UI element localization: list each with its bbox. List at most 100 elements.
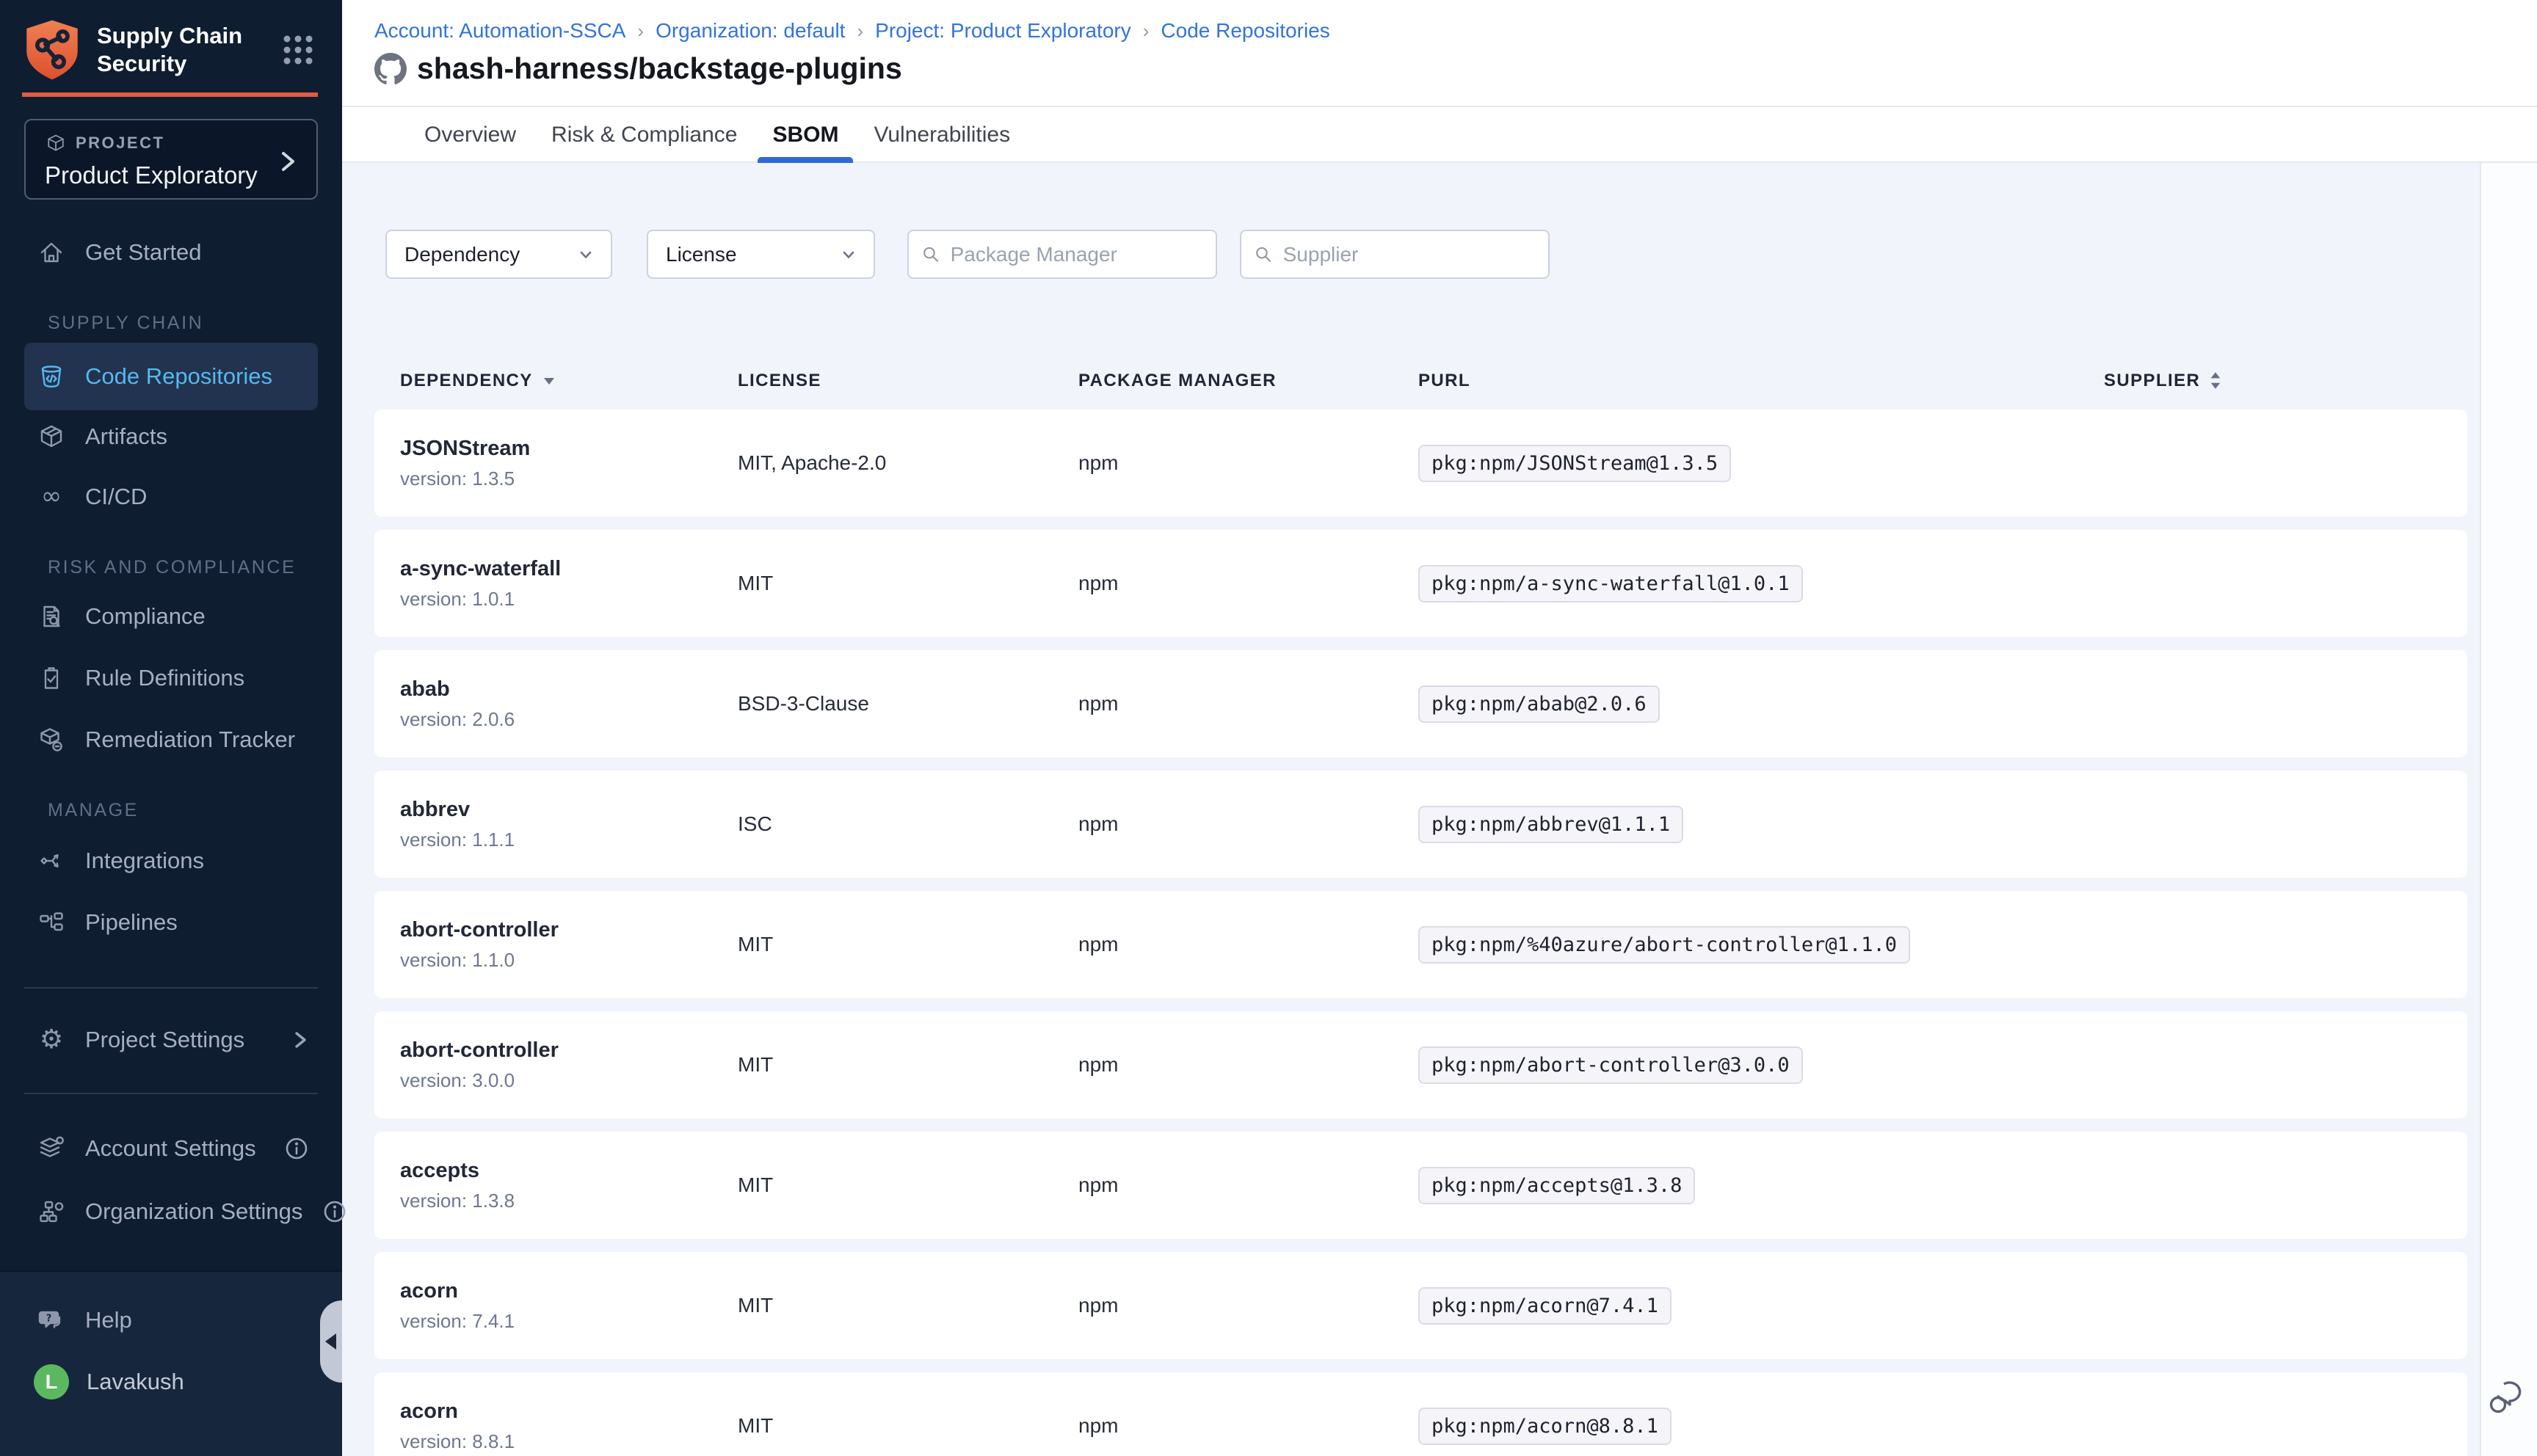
license-cell: MIT (738, 1414, 1078, 1438)
sidebar-item-rule-definitions[interactable]: Rule Definitions (0, 655, 342, 702)
cube-icon (45, 132, 67, 154)
integrations-icon (37, 846, 66, 876)
sidebar-item-code-repositories[interactable]: Code Repositories (24, 343, 318, 410)
chat-fab-icon[interactable] (2487, 1378, 2528, 1418)
purl-value: pkg:npm/abab@2.0.6 (1418, 685, 1660, 723)
gear-icon: ⚙ (37, 1025, 66, 1055)
package-manager-search-input[interactable] (951, 243, 1204, 266)
dependency-name: abort-controller (400, 918, 738, 942)
sidebar-item-pipelines[interactable]: Pipelines (0, 899, 342, 946)
breadcrumb-project-link[interactable]: Project: Product Exploratory (875, 19, 1131, 43)
info-icon[interactable] (283, 1135, 310, 1162)
license-cell: MIT (738, 572, 1078, 595)
column-header-dependency[interactable]: DEPENDENCY (400, 371, 738, 391)
info-icon[interactable] (322, 1198, 348, 1225)
package-manager-cell: npm (1078, 451, 1418, 475)
shield-logo-icon (22, 19, 82, 81)
section-label-risk-and-compliance: RISK AND COMPLIANCE (0, 557, 342, 578)
table-row[interactable]: JSONStream version: 1.3.5 MIT, Apache-2.… (374, 410, 2467, 517)
github-icon (374, 53, 407, 85)
package-manager-cell: npm (1078, 933, 1418, 956)
user-name: Lavakush (87, 1369, 184, 1395)
table-row[interactable]: acorn version: 7.4.1 MIT npm pkg:npm/aco… (374, 1252, 2467, 1359)
column-header-license: LICENSE (738, 371, 1078, 391)
org-chart-gear-icon (37, 1197, 66, 1226)
supplier-search (1240, 230, 1550, 279)
svg-text:⚙: ⚙ (40, 1025, 63, 1055)
pipelines-icon (37, 908, 66, 937)
purl-value: pkg:npm/accepts@1.3.8 (1418, 1167, 1695, 1204)
purl-value: pkg:npm/%40azure/abort-controller@1.1.0 (1418, 926, 1910, 964)
sidebar-item-integrations[interactable]: Integrations (0, 837, 342, 884)
sidebar-item-help[interactable]: ? Help (0, 1297, 342, 1344)
table-row[interactable]: a-sync-waterfall version: 1.0.1 MIT npm … (374, 530, 2467, 637)
package-manager-cell: npm (1078, 1053, 1418, 1077)
purl-value: pkg:npm/abort-controller@3.0.0 (1418, 1046, 1803, 1084)
breadcrumb: Account: Automation-SSCA › Organization:… (374, 19, 2537, 43)
license-cell: ISC (738, 812, 1078, 836)
dependency-version: version: 1.3.8 (400, 1190, 738, 1212)
license-cell: MIT, Apache-2.0 (738, 451, 1078, 475)
sidebar-item-account-settings[interactable]: Account Settings (0, 1125, 342, 1172)
sidebar-bottom-section: ? Help L Lavakush (0, 1270, 342, 1456)
table-row[interactable]: abort-controller version: 3.0.0 MIT npm … (374, 1011, 2467, 1118)
sidebar-item-cicd[interactable]: ∞ CI/CD (0, 473, 342, 520)
user-menu[interactable]: L Lavakush (0, 1364, 342, 1399)
clipboard-check-icon (37, 663, 66, 693)
license-cell: MIT (738, 1173, 1078, 1197)
dependency-filter-select[interactable]: Dependency (385, 230, 612, 279)
package-manager-cell: npm (1078, 572, 1418, 595)
tab-risk-compliance[interactable]: Risk & Compliance (537, 109, 752, 161)
dependency-name: abbrev (400, 798, 738, 822)
box-icon (37, 422, 66, 451)
search-icon (921, 243, 942, 266)
sidebar-collapse-handle[interactable] (320, 1300, 342, 1383)
dependency-version: version: 3.0.0 (400, 1069, 738, 1092)
table-row[interactable]: abort-controller version: 1.1.0 MIT npm … (374, 891, 2467, 998)
project-selector[interactable]: PROJECT Product Exploratory (24, 119, 318, 200)
tab-overview[interactable]: Overview (410, 109, 531, 161)
sidebar-item-artifacts[interactable]: Artifacts (0, 413, 342, 460)
section-label-supply-chain: SUPPLY CHAIN (0, 313, 342, 334)
sort-both-icon (2209, 371, 2222, 391)
sidebar-item-remediation-tracker[interactable]: Remediation Tracker (0, 716, 342, 763)
column-header-supplier[interactable]: SUPPLIER (2104, 371, 2467, 391)
table-header: DEPENDENCY LICENSE PACKAGE MANAGER PURL … (374, 371, 2467, 391)
sidebar-item-compliance[interactable]: Compliance (0, 593, 342, 640)
svg-text:∞: ∞ (41, 482, 62, 511)
infinity-icon: ∞ (37, 482, 66, 512)
breadcrumb-organization-link[interactable]: Organization: default (656, 19, 845, 43)
breadcrumb-account-link[interactable]: Account: Automation-SSCA (374, 19, 625, 43)
sidebar-item-get-started[interactable]: Get Started (0, 229, 342, 276)
sidebar-divider (24, 1093, 318, 1094)
app-switcher-grid-icon[interactable] (280, 32, 316, 68)
table-row[interactable]: abbrev version: 1.1.1 ISC npm pkg:npm/ab… (374, 771, 2467, 878)
sidebar-item-organization-settings[interactable]: Organization Settings (0, 1188, 342, 1235)
sidebar-divider (24, 987, 318, 989)
search-icon (1253, 243, 1274, 266)
page-header: Account: Automation-SSCA › Organization:… (342, 0, 2537, 107)
sidebar-item-project-settings[interactable]: ⚙ Project Settings (0, 1016, 342, 1063)
brand-accent-bar (22, 92, 318, 97)
license-filter-select[interactable]: License (647, 230, 875, 279)
dependency-name: JSONStream (400, 437, 738, 461)
brand: Supply ChainSecurity (0, 0, 342, 81)
brand-title: Supply ChainSecurity (97, 22, 258, 78)
table-row[interactable]: abab version: 2.0.6 BSD-3-Clause npm pkg… (374, 650, 2467, 757)
dependency-version: version: 2.0.6 (400, 708, 738, 731)
dependency-version: version: 1.3.5 (400, 467, 738, 490)
license-cell: MIT (738, 1294, 1078, 1317)
purl-value: pkg:npm/a-sync-waterfall@1.0.1 (1418, 565, 1803, 603)
dependency-version: version: 1.0.1 (400, 588, 738, 611)
tab-vulnerabilities[interactable]: Vulnerabilities (859, 109, 1025, 161)
table-row[interactable]: acorn version: 8.8.1 MIT npm pkg:npm/aco… (374, 1372, 2467, 1456)
package-manager-search (907, 230, 1217, 279)
breadcrumb-code-repositories-link[interactable]: Code Repositories (1161, 19, 1329, 43)
table-row[interactable]: accepts version: 1.3.8 MIT npm pkg:npm/a… (374, 1132, 2467, 1239)
chevron-down-icon (576, 244, 596, 265)
svg-text:?: ? (46, 1314, 52, 1325)
sbom-table-body: JSONStream version: 1.3.5 MIT, Apache-2.… (374, 410, 2467, 1456)
tab-sbom[interactable]: SBOM (758, 109, 853, 161)
supplier-search-input[interactable] (1283, 243, 1536, 266)
package-manager-cell: npm (1078, 1173, 1418, 1197)
